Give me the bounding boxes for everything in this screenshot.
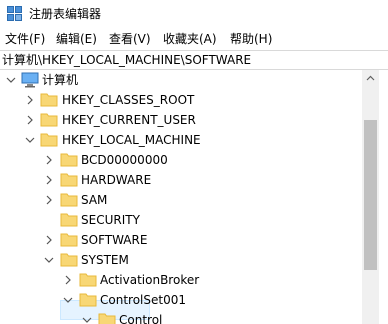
scroll-up-arrow-icon[interactable]: [362, 70, 379, 87]
chevron-right-icon[interactable]: [25, 94, 35, 106]
right-pane-edge: [379, 70, 388, 324]
folder-icon: [60, 233, 78, 247]
tree-label-control: Control: [119, 313, 163, 324]
tree-node-hardware[interactable]: HARDWARE: [0, 170, 260, 190]
chevron-right-icon[interactable]: [44, 234, 54, 246]
title-bar: 注册表编辑器: [0, 0, 388, 28]
tree-label-security: SECURITY: [81, 213, 140, 227]
tree-label-bcd: BCD00000000: [81, 153, 168, 167]
vertical-scrollbar[interactable]: [362, 70, 379, 324]
tree-node-security[interactable]: SECURITY: [0, 210, 260, 230]
folder-icon: [60, 213, 78, 227]
chevron-right-icon[interactable]: [44, 154, 54, 166]
tree-label-activation-broker: ActivationBroker: [100, 273, 200, 287]
tree-node-software[interactable]: SOFTWARE: [0, 230, 260, 250]
folder-icon: [60, 153, 78, 167]
menu-help[interactable]: 帮助(H): [230, 31, 272, 47]
tree-label-hkey-classes-root: HKEY_CLASSES_ROOT: [62, 93, 195, 107]
tree-node-hkey-local-machine[interactable]: HKEY_LOCAL_MACHINE: [0, 130, 260, 150]
folder-icon: [60, 173, 78, 187]
tree-label-controlset001: ControlSet001: [100, 293, 186, 307]
chevron-down-icon[interactable]: [44, 254, 54, 266]
chevron-down-icon[interactable]: [63, 294, 73, 306]
menu-view[interactable]: 查看(V): [109, 31, 151, 47]
address-path[interactable]: 计算机\HKEY_LOCAL_MACHINE\SOFTWARE: [2, 52, 251, 68]
scrollbar-thumb[interactable]: [364, 120, 377, 270]
chevron-right-icon[interactable]: [44, 174, 54, 186]
tree-label-sam: SAM: [81, 193, 108, 207]
tree-node-hkey-current-user[interactable]: HKEY_CURRENT_USER: [0, 110, 260, 130]
registry-editor-icon: [7, 6, 22, 21]
tree-node-sam[interactable]: SAM: [0, 190, 260, 210]
menu-favorites[interactable]: 收藏夹(A): [163, 31, 217, 47]
tree-node-bcd[interactable]: BCD00000000: [0, 150, 260, 170]
tree-node-computer[interactable]: 计算机: [0, 70, 200, 90]
folder-icon: [60, 193, 78, 207]
menu-edit[interactable]: 编辑(E): [56, 31, 97, 47]
chevron-right-icon[interactable]: [44, 194, 54, 206]
tree-label-system: SYSTEM: [81, 253, 129, 267]
tree-label-hkey-local-machine: HKEY_LOCAL_MACHINE: [62, 133, 201, 147]
address-bar[interactable]: 计算机\HKEY_LOCAL_MACHINE\SOFTWARE: [0, 50, 388, 70]
chevron-down-icon[interactable]: [6, 74, 16, 86]
tree-node-hkey-classes-root[interactable]: HKEY_CLASSES_ROOT: [0, 90, 260, 110]
folder-icon: [98, 313, 116, 324]
folder-icon: [40, 93, 58, 107]
folder-icon: [60, 253, 78, 267]
computer-icon: [21, 72, 39, 88]
tree-label-software: SOFTWARE: [81, 233, 148, 247]
chevron-right-icon[interactable]: [63, 274, 73, 286]
chevron-right-icon[interactable]: [25, 114, 35, 126]
tree-label-hkey-current-user: HKEY_CURRENT_USER: [62, 113, 196, 127]
folder-icon: [79, 273, 97, 287]
tree-node-system[interactable]: SYSTEM: [0, 250, 260, 270]
tree-label-computer: 计算机: [42, 73, 79, 87]
tree-node-activation-broker[interactable]: ActivationBroker: [0, 270, 300, 290]
folder-icon: [40, 113, 58, 127]
tree-node-controlset001[interactable]: ControlSet001: [0, 290, 300, 310]
tree-node-control[interactable]: Control: [0, 310, 300, 324]
registry-tree: 计算机 HKEY_CLASSES_ROOT HKEY_CURRENT_USER …: [0, 70, 362, 324]
folder-icon: [40, 133, 58, 147]
chevron-down-icon[interactable]: [25, 134, 35, 146]
chevron-down-icon[interactable]: [82, 314, 92, 324]
window-title: 注册表编辑器: [29, 7, 102, 21]
folder-icon: [79, 293, 97, 307]
tree-label-hardware: HARDWARE: [81, 173, 152, 187]
menu-bar: 文件(F) 编辑(E) 查看(V) 收藏夹(A) 帮助(H): [0, 28, 388, 50]
menu-file[interactable]: 文件(F): [5, 31, 45, 47]
